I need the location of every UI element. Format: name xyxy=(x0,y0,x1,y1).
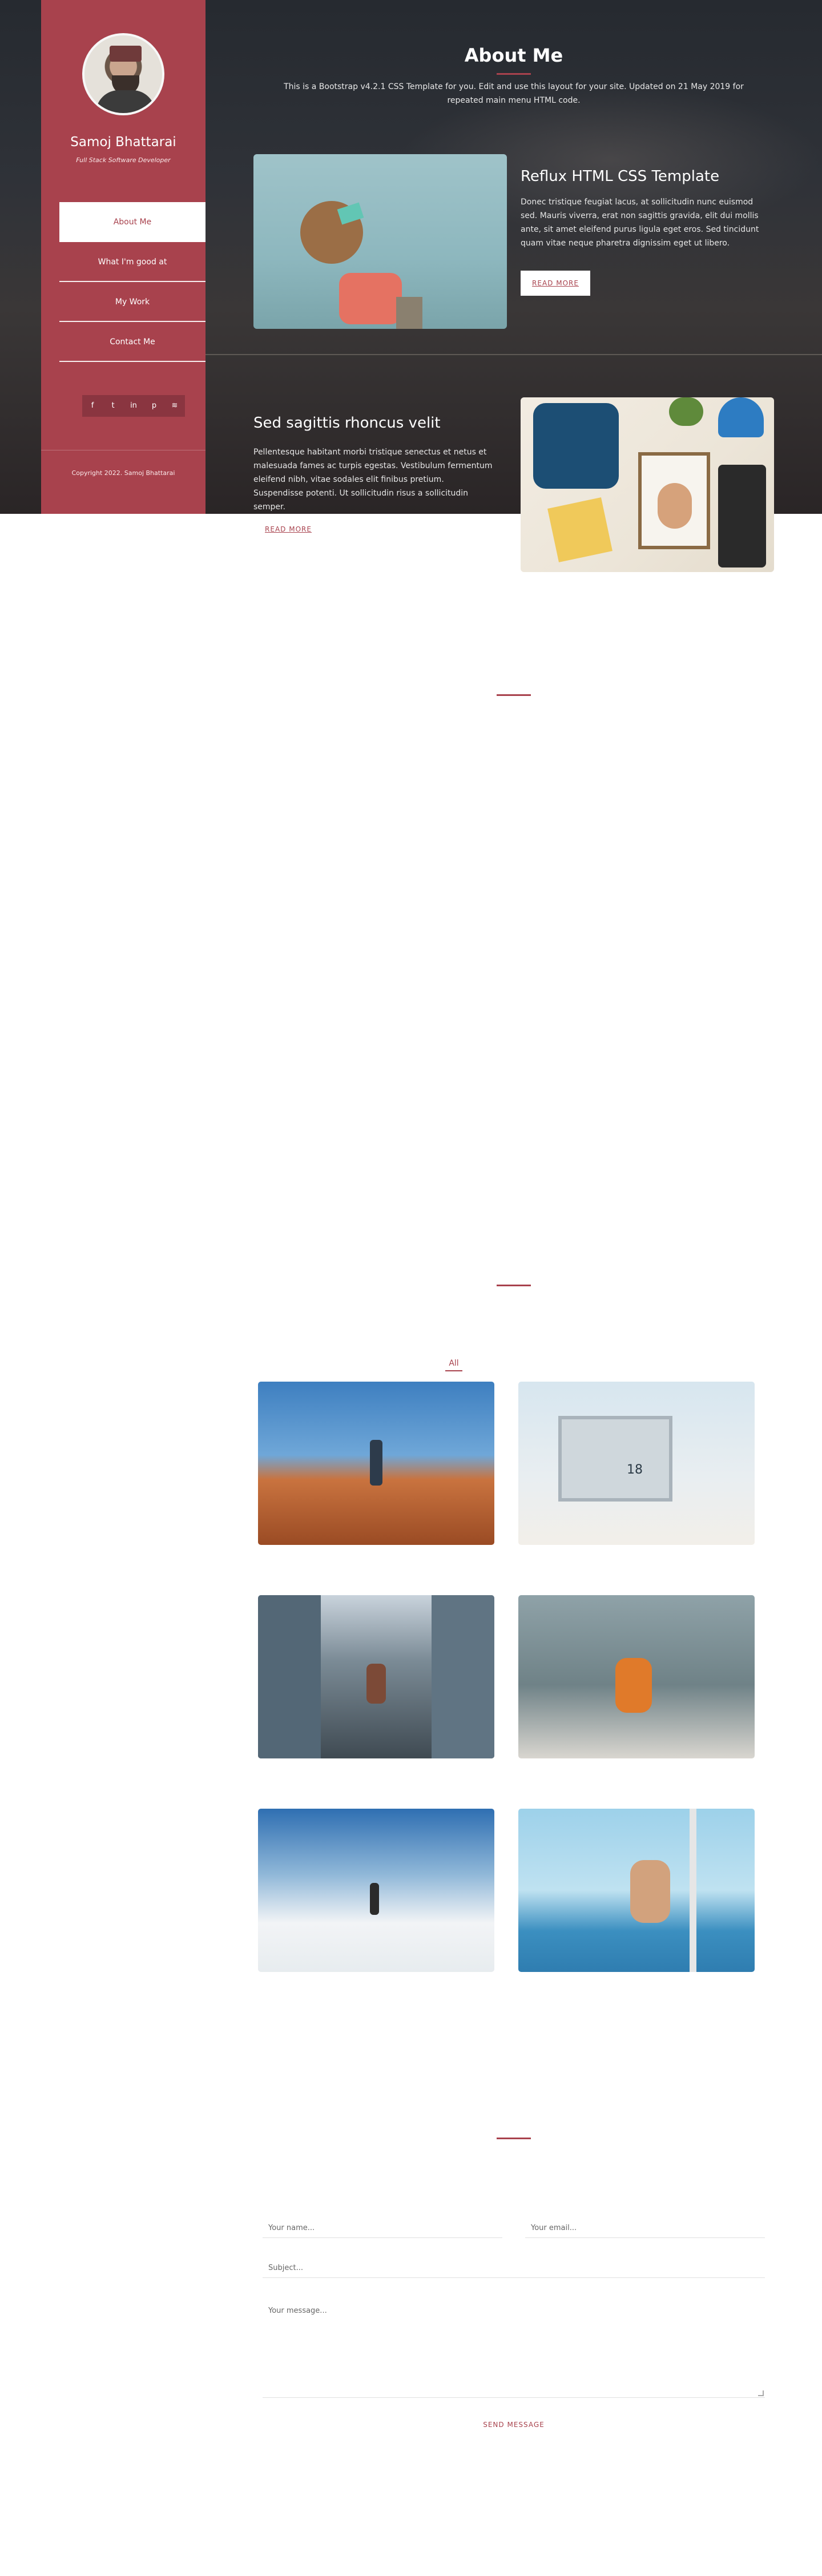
hand xyxy=(658,483,692,529)
building-right xyxy=(432,1595,494,1758)
avatar xyxy=(82,33,164,115)
copyright-text: Copyright 2022. Samoj Bhattarai xyxy=(71,469,175,477)
backpack xyxy=(533,403,619,489)
section-separator-2 xyxy=(497,1285,531,1286)
lifeguard-tower xyxy=(558,1416,672,1502)
avatar-hat xyxy=(110,46,142,62)
title-underline xyxy=(497,73,531,75)
jumping-man xyxy=(630,1860,670,1923)
nav-item-what-im-good-at[interactable]: What I'm good at xyxy=(59,242,206,282)
gallery-item[interactable] xyxy=(258,1382,494,1545)
rss-icon[interactable]: ≋ xyxy=(164,395,185,417)
gallery-item[interactable] xyxy=(518,1809,755,1972)
linkedin-icon[interactable]: in xyxy=(123,395,144,417)
hero-horizon-line xyxy=(206,354,822,355)
feature-body-1: Donec tristique feugiat lacus, at sollic… xyxy=(521,198,759,248)
building-left xyxy=(258,1595,321,1758)
sidebar: Samoj Bhattarai Full Stack Software Deve… xyxy=(41,0,206,514)
feature-image-1 xyxy=(253,154,507,329)
subject-field[interactable] xyxy=(263,2255,765,2278)
hero-subtitle: This is a Bootstrap v4.2.1 CSS Template … xyxy=(284,82,744,105)
feature-image-2 xyxy=(521,397,774,572)
feature-text-1: Reflux HTML CSS Template Donec tristique… xyxy=(521,168,769,250)
section-separator-1 xyxy=(497,694,531,696)
sail-mast xyxy=(690,1809,696,1972)
hiker xyxy=(370,1883,379,1915)
desk-lamp xyxy=(718,397,764,437)
plant xyxy=(669,397,703,426)
email-placeholder: Your email... xyxy=(531,2224,577,2232)
nav-item-contact-me[interactable]: Contact Me xyxy=(59,322,206,362)
section-separator-3 xyxy=(497,2138,531,2139)
pinterest-icon[interactable]: p xyxy=(144,395,164,417)
gallery-item[interactable] xyxy=(258,1809,494,1972)
jumping-man xyxy=(615,1658,652,1713)
message-textarea[interactable] xyxy=(263,2301,765,2398)
twitter-icon[interactable]: t xyxy=(103,395,123,417)
gallery-item[interactable] xyxy=(258,1595,494,1758)
nav-item-my-work[interactable]: My Work xyxy=(59,282,206,322)
page-title: About Me xyxy=(464,45,563,66)
chair xyxy=(396,297,422,329)
read-more-button-1[interactable]: READ MORE xyxy=(521,271,590,296)
social-links: f t in p ≋ xyxy=(82,395,185,417)
nav-item-about-me[interactable]: About Me xyxy=(59,202,206,242)
sticky-note xyxy=(547,497,613,562)
bag xyxy=(339,273,402,324)
person-figure xyxy=(370,1440,382,1486)
gallery-item[interactable] xyxy=(518,1595,755,1758)
gallery-item[interactable]: 18 xyxy=(518,1382,755,1545)
read-more-button-2[interactable]: READ MORE xyxy=(253,521,323,538)
resize-handle-icon[interactable] xyxy=(758,2390,764,2396)
feature-body-2: Pellentesque habitant morbi tristique se… xyxy=(253,448,493,512)
main-nav: About Me What I'm good at My Work Contac… xyxy=(59,202,206,362)
feature-text-2: Sed sagittis rhoncus velit Pellentesque … xyxy=(253,414,493,514)
send-message-button[interactable]: SEND MESSAGE xyxy=(480,2416,548,2433)
profile-title: Full Stack Software Developer xyxy=(76,156,171,164)
feature-title-2: Sed sagittis rhoncus velit xyxy=(253,414,441,432)
subject-placeholder: Subject... xyxy=(268,2264,303,2272)
profile-name: Samoj Bhattarai xyxy=(70,135,176,150)
facebook-icon[interactable]: f xyxy=(82,395,103,417)
tablet xyxy=(718,465,766,567)
message-placeholder: Your message... xyxy=(268,2307,327,2315)
feature-title-1: Reflux HTML CSS Template xyxy=(521,168,720,185)
gallery-filter-all[interactable]: All xyxy=(445,1359,462,1371)
name-placeholder: Your name... xyxy=(268,2224,315,2232)
tower-number: 18 xyxy=(627,1463,643,1477)
person-figure xyxy=(366,1664,386,1704)
